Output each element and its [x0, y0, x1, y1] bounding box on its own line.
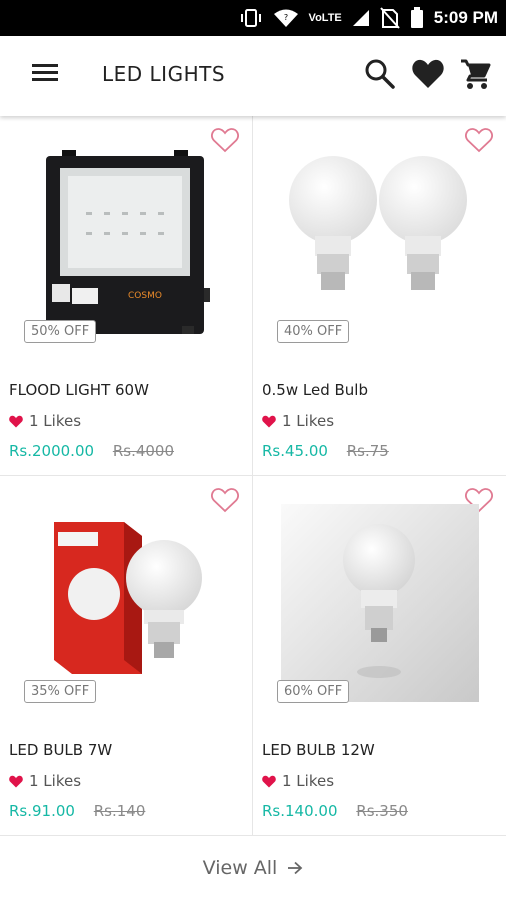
likes-count: 1 Likes	[262, 772, 334, 790]
sale-price: Rs.140.00	[262, 802, 338, 820]
wifi-icon: ?	[273, 9, 298, 27]
menu-icon-bar	[32, 64, 58, 67]
no-sim-icon	[380, 7, 400, 29]
like-heart-icon	[262, 775, 276, 787]
likes-label: 1 Likes	[282, 772, 335, 790]
product-name: 0.5w Led Bulb	[262, 381, 368, 399]
like-heart-icon	[9, 775, 23, 787]
network-type-label: VoLTE	[308, 12, 342, 24]
app-bar: LED LIGHTS	[0, 36, 506, 116]
menu-icon-bar	[32, 71, 58, 74]
product-card[interactable]: 60% OFF LED BULB 12W 1 Likes Rs.140.00 R…	[253, 476, 506, 836]
flood-light-image: COSMO	[46, 150, 210, 334]
vibrate-icon	[240, 9, 261, 27]
likes-label: 1 Likes	[29, 772, 82, 790]
status-bar: ? VoLTE 5:09 PM	[0, 0, 506, 36]
price-row: Rs.140.00 Rs.350	[262, 802, 408, 820]
search-icon[interactable]	[362, 56, 398, 92]
original-price: Rs.350	[356, 802, 408, 820]
page-title: LED LIGHTS	[102, 62, 226, 86]
wishlist-heart-icon[interactable]	[410, 56, 446, 92]
discount-badge: 60% OFF	[277, 680, 350, 703]
arrow-right-icon	[288, 861, 303, 875]
original-price: Rs.75	[346, 442, 389, 460]
view-all-label: View All	[202, 857, 278, 879]
likes-label: 1 Likes	[282, 412, 335, 430]
product-name: LED BULB 12W	[262, 741, 375, 759]
product-card[interactable]: 35% OFF LED BULB 7W 1 Likes Rs.91.00 Rs.…	[0, 476, 253, 836]
discount-badge: 35% OFF	[24, 680, 97, 703]
product-name: FLOOD LIGHT 60W	[9, 381, 149, 399]
svg-text:?: ?	[283, 13, 287, 22]
led-bulb-box-image	[54, 522, 202, 674]
led-bulb-12w-image	[281, 504, 479, 702]
discount-badge: 50% OFF	[24, 320, 97, 343]
menu-icon-bar	[32, 78, 58, 81]
likes-label: 1 Likes	[29, 412, 82, 430]
sale-price: Rs.45.00	[262, 442, 328, 460]
like-heart-icon	[9, 415, 23, 427]
sale-price: Rs.2000.00	[9, 442, 95, 460]
likes-count: 1 Likes	[262, 412, 334, 430]
like-heart-icon	[262, 415, 276, 427]
menu-button[interactable]	[28, 60, 62, 92]
product-name: LED BULB 7W	[9, 741, 113, 759]
likes-count: 1 Likes	[9, 412, 81, 430]
sale-price: Rs.91.00	[9, 802, 75, 820]
likes-count: 1 Likes	[9, 772, 81, 790]
price-row: Rs.45.00 Rs.75	[262, 442, 389, 460]
led-bulb-pair-image	[289, 156, 467, 290]
battery-icon	[410, 7, 423, 28]
svg-text:COSMO: COSMO	[128, 291, 162, 301]
cart-icon[interactable]	[458, 56, 494, 92]
view-all-button[interactable]: View All	[0, 836, 506, 900]
discount-badge: 40% OFF	[277, 320, 350, 343]
product-card[interactable]: 40% OFF 0.5w Led Bulb 1 Likes Rs.45.00 R…	[253, 116, 506, 476]
price-row: Rs.91.00 Rs.140	[9, 802, 145, 820]
signal-icon	[352, 10, 369, 26]
product-card[interactable]: COSMO 50% OFF FLOOD LIGHT 60W 1 Likes Rs…	[0, 116, 253, 476]
status-time: 5:09 PM	[433, 8, 498, 27]
price-row: Rs.2000.00 Rs.4000	[9, 442, 174, 460]
original-price: Rs.4000	[112, 442, 175, 460]
original-price: Rs.140	[93, 802, 146, 820]
product-grid: COSMO 50% OFF FLOOD LIGHT 60W 1 Likes Rs…	[0, 116, 506, 836]
